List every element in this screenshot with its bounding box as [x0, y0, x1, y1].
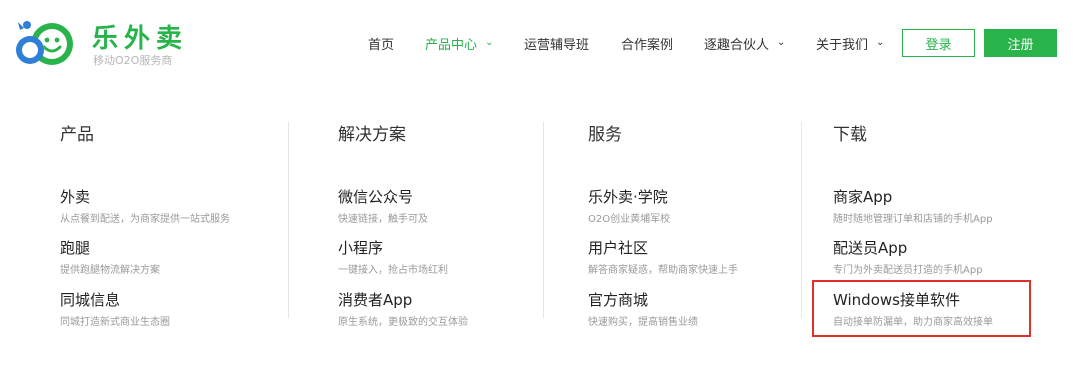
nav-item-about[interactable]: 关于我们 ⌄: [816, 33, 884, 53]
menu-item-title: 微信公众号: [338, 188, 414, 206]
menu-item-wechat-official[interactable]: 微信公众号 快速链接，触手可及: [338, 186, 578, 225]
column-title: 服务: [588, 125, 622, 145]
menu-item-consumer-app[interactable]: 消费者App 原生系统，更极致的交互体验: [338, 289, 578, 328]
chevron-down-icon: ⌄: [777, 37, 786, 48]
nav-label: 产品中心: [425, 37, 478, 53]
chevron-down-icon: ⌄: [485, 37, 494, 48]
menu-item-desc: 快速购买，提高销售业绩: [588, 317, 698, 328]
brand-name: 乐外卖: [92, 24, 189, 54]
menu-item-desc: 快速链接，触手可及: [338, 214, 428, 225]
menu-item-desc: 同城打造新式商业生态圈: [60, 317, 170, 328]
menu-item-desc: O2O创业黄埔军校: [588, 214, 671, 225]
column-title: 产品: [60, 125, 94, 145]
nav-item-cases[interactable]: 合作案例: [621, 33, 673, 53]
logo-mascot-icon: [16, 21, 73, 65]
highlight-box: [812, 280, 1031, 337]
column-divider: [288, 122, 289, 318]
column-title: 解决方案: [338, 125, 406, 145]
menu-item-takeout[interactable]: 外卖 从点餐到配送，为商家提供一站式服务: [60, 186, 300, 225]
menu-item-title: 官方商城: [588, 291, 649, 309]
column-divider: [543, 122, 544, 318]
menu-item-errand[interactable]: 跑腿 提供跑腿物流解决方案: [60, 237, 300, 276]
menu-item-desc: 专门为外卖配送员打造的手机App: [833, 265, 983, 276]
nav-label: 逐趣合伙人: [704, 37, 770, 53]
menu-item-title: 跑腿: [60, 239, 91, 257]
menu-item-title: 消费者App: [338, 291, 413, 309]
nav-item-partners[interactable]: 逐趣合伙人 ⌄: [704, 33, 785, 53]
menu-column-services: 服务 乐外卖·学院 O2O创业黄埔军校 用户社区 解答商家疑惑，帮助商家快速上手…: [588, 120, 828, 340]
nav-item-home[interactable]: 首页: [368, 33, 394, 53]
nav-item-operations-class[interactable]: 运营辅导班: [524, 33, 589, 53]
nav-label: 关于我们: [816, 37, 869, 53]
nav-item-product-center[interactable]: 产品中心 ⌄: [425, 33, 493, 53]
menu-item-title: 配送员App: [833, 239, 908, 257]
menu-item-title: 同城信息: [60, 291, 121, 309]
menu-item-title: 用户社区: [588, 239, 649, 257]
menu-item-title: 乐外卖·学院: [588, 188, 668, 206]
menu-item-desc: 从点餐到配送，为商家提供一站式服务: [60, 214, 230, 225]
menu-item-desc: 解答商家疑惑，帮助商家快速上手: [588, 265, 738, 276]
column-divider: [801, 122, 802, 318]
brand-logo[interactable]: 乐外卖 移动O2O服务商: [14, 14, 194, 70]
menu-item-academy[interactable]: 乐外卖·学院 O2O创业黄埔军校: [588, 186, 828, 225]
menu-item-official-store[interactable]: 官方商城 快速购买，提高销售业绩: [588, 289, 828, 328]
menu-item-local-info[interactable]: 同城信息 同城打造新式商业生态圈: [60, 289, 300, 328]
site-header: 乐外卖 移动O2O服务商 首页 产品中心 ⌄ 运营辅导班 合作案例 逐趣合伙人 …: [0, 0, 1080, 85]
column-title: 下载: [833, 125, 867, 145]
menu-item-desc: 提供跑腿物流解决方案: [60, 265, 160, 276]
chevron-down-icon: ⌄: [876, 37, 885, 48]
nav-label: 首页: [368, 37, 395, 53]
menu-item-courier-app[interactable]: 配送员App 专门为外卖配送员打造的手机App: [833, 237, 1073, 276]
nav-label: 合作案例: [621, 37, 674, 53]
menu-column-products: 产品 外卖 从点餐到配送，为商家提供一站式服务 跑腿 提供跑腿物流解决方案 同城…: [60, 120, 300, 340]
menu-item-title: 小程序: [338, 239, 384, 257]
brand-tagline: 移动O2O服务商: [93, 54, 173, 67]
menu-item-desc: 原生系统，更极致的交互体验: [338, 317, 468, 328]
menu-item-merchant-app[interactable]: 商家App 随时随地管理订单和店铺的手机App: [833, 186, 1073, 225]
menu-item-title: 外卖: [60, 188, 91, 206]
login-button[interactable]: 登录: [902, 29, 975, 57]
menu-item-title: 商家App: [833, 188, 893, 206]
menu-item-desc: 一键接入，抢占市场红利: [338, 265, 448, 276]
register-button[interactable]: 注册: [984, 29, 1057, 57]
nav-label: 运营辅导班: [524, 37, 590, 53]
menu-item-mini-program[interactable]: 小程序 一键接入，抢占市场红利: [338, 237, 578, 276]
menu-item-community[interactable]: 用户社区 解答商家疑惑，帮助商家快速上手: [588, 237, 828, 276]
menu-column-solutions: 解决方案 微信公众号 快速链接，触手可及 小程序 一键接入，抢占市场红利 消费者…: [338, 120, 578, 340]
menu-item-desc: 随时随地管理订单和店铺的手机App: [833, 214, 993, 225]
